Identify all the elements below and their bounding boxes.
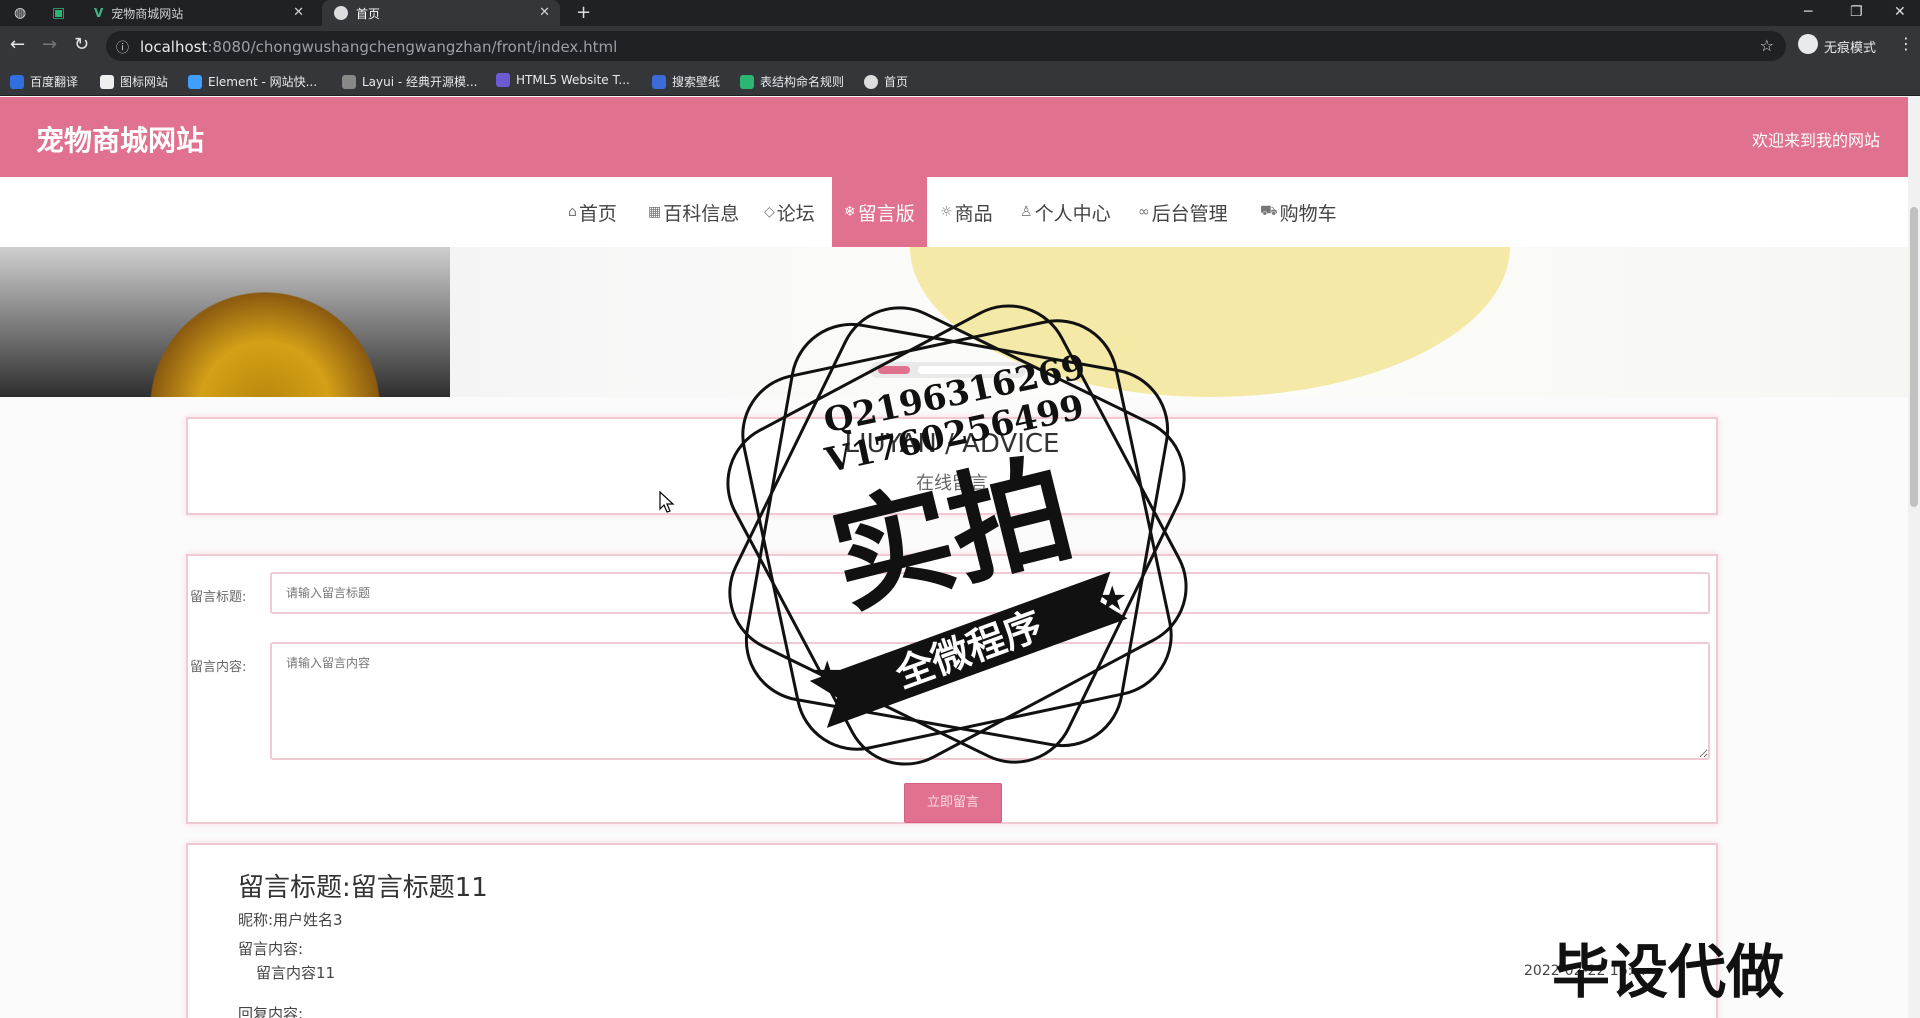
restore-icon[interactable]: ❐: [1850, 4, 1863, 20]
nav-personal-center[interactable]: ♙ 个人中心: [1020, 177, 1111, 247]
tab-title: 首页: [356, 6, 381, 21]
tag-icon: ◇: [764, 204, 775, 220]
address-bar-row: ← → ↻ ⓘ localhost:8080/chongwushangcheng…: [0, 26, 1920, 66]
submit-message-button[interactable]: 立即留言: [904, 783, 1002, 823]
banner-carousel[interactable]: [0, 247, 1908, 397]
close-tab-icon[interactable]: ✕: [539, 5, 550, 20]
carousel-dot[interactable]: [918, 366, 1018, 374]
nav-home[interactable]: ⌂ 首页: [568, 177, 617, 247]
sun-icon: ☼: [940, 204, 953, 220]
bookmark-item[interactable]: Element - 网站快...: [188, 73, 317, 90]
nav-forum[interactable]: ◇ 论坛: [764, 177, 815, 247]
grid-icon: ▦: [648, 204, 662, 220]
section-title-en: LIUYAN / ADVICE: [844, 429, 1060, 459]
bookmark-item[interactable]: 首页: [864, 73, 908, 90]
message-title-input[interactable]: [270, 572, 1710, 614]
close-window-icon[interactable]: ✕: [1894, 4, 1906, 20]
snowflake-icon: ❄: [844, 204, 856, 220]
watermark-bottom-text: 毕设代做: [1552, 938, 1785, 1006]
message-nickname: 昵称:用户姓名3: [238, 911, 343, 929]
new-tab-button[interactable]: +: [576, 2, 591, 23]
forward-icon[interactable]: →: [42, 36, 57, 54]
chrome-icon: ◍: [14, 5, 27, 21]
message-content: 留言内容11: [256, 964, 336, 982]
mouse-cursor-icon: [659, 491, 675, 513]
tab-title: 宠物商城网站: [111, 6, 184, 21]
nav-encyclopedia[interactable]: ▦ 百科信息: [648, 177, 739, 247]
url-field[interactable]: ⓘ localhost:8080/chongwushangchengwangzh…: [106, 31, 1786, 61]
main-nav: ⌂ 首页 ▦ 百科信息 ◇ 论坛 ❄ 留言版 ☼ 商品 ♙ 个人中心 ∞ 后台管理 ⛟ 购物车: [0, 177, 1908, 247]
vue-icon: V: [94, 6, 104, 20]
section-title-cn: 在线留言: [916, 473, 988, 494]
incognito-icon[interactable]: [1798, 34, 1818, 54]
minimize-icon[interactable]: ─: [1804, 4, 1812, 20]
message-item: 留言标题:留言标题11 昵称:用户姓名3 留言内容: 留言内容11 回复内容: …: [186, 843, 1718, 1018]
nav-message-board[interactable]: ❄ 留言版: [832, 177, 927, 247]
page-viewport: 宠物商城网站 欢迎来到我的网站 ⌂ 首页 ▦ 百科信息 ◇ 论坛 ❄ 留言版 ☼ 商品 ♙…: [0, 97, 1908, 1018]
cart-icon: ⛟: [1260, 203, 1278, 219]
bookmarks-bar: 百度翻译 图标网站 Element - 网站快... Layui - 经典开源模…: [0, 66, 1920, 96]
message-content-label: 留言内容:: [238, 940, 304, 958]
title-label: 留言标题:: [190, 590, 247, 605]
incognito-label[interactable]: 无痕模式: [1824, 37, 1876, 56]
section-heading: LIUYAN / ADVICE 在线留言: [186, 417, 1718, 515]
carousel-dot-active[interactable]: [878, 366, 910, 374]
page-scrollbar[interactable]: [1908, 97, 1920, 1018]
app-tab-icon[interactable]: ▣: [52, 5, 65, 21]
tab-home[interactable]: 首页 ✕: [322, 0, 560, 26]
nav-products[interactable]: ☼ 商品: [940, 177, 993, 247]
nav-admin[interactable]: ∞ 后台管理: [1138, 177, 1228, 247]
bookmark-item[interactable]: 图标网站: [100, 73, 168, 90]
nav-cart[interactable]: ⛟ 购物车: [1260, 177, 1337, 247]
bookmark-item[interactable]: Layui - 经典开源模...: [342, 73, 477, 90]
link-icon: ∞: [1138, 204, 1150, 220]
user-icon: ♙: [1020, 204, 1033, 220]
globe-icon: [334, 6, 348, 20]
site-header: 宠物商城网站 欢迎来到我的网站: [0, 97, 1908, 177]
bookmark-item[interactable]: HTML5 Website T...: [496, 73, 630, 87]
scrollbar-thumb[interactable]: [1910, 207, 1918, 507]
message-title: 留言标题:留言标题11: [238, 873, 488, 903]
info-icon[interactable]: ⓘ: [116, 37, 129, 56]
bookmark-item[interactable]: 百度翻译: [10, 73, 78, 90]
site-title[interactable]: 宠物商城网站: [36, 119, 204, 159]
message-reply-label: 回复内容:: [238, 1005, 304, 1018]
message-content-textarea[interactable]: [270, 642, 1710, 760]
url-path: :8080/chongwushangchengwangzhan/front/in…: [207, 38, 618, 56]
menu-icon[interactable]: ⋮: [1898, 35, 1914, 53]
message-form: 留言标题: 留言内容: 立即留言: [186, 554, 1718, 824]
tab-pet-mall[interactable]: V 宠物商城网站 ✕: [82, 0, 314, 26]
url-host: localhost: [140, 38, 208, 56]
url-text: localhost:8080/chongwushangchengwangzhan…: [140, 38, 617, 56]
bookmark-item[interactable]: 表结构命名规则: [740, 73, 844, 90]
bookmark-item[interactable]: 搜索壁纸: [652, 73, 720, 90]
close-tab-icon[interactable]: ✕: [293, 5, 304, 20]
content-label: 留言内容:: [190, 660, 247, 675]
browser-tab-strip: ◍ ▣ V 宠物商城网站 ✕ 首页 ✕ + ─ ❐ ✕: [0, 0, 1920, 26]
home-icon: ⌂: [568, 204, 577, 220]
welcome-text: 欢迎来到我的网站: [1751, 131, 1880, 150]
star-icon[interactable]: ☆: [1760, 36, 1774, 55]
back-icon[interactable]: ←: [10, 36, 25, 54]
reload-icon[interactable]: ↻: [74, 36, 89, 54]
